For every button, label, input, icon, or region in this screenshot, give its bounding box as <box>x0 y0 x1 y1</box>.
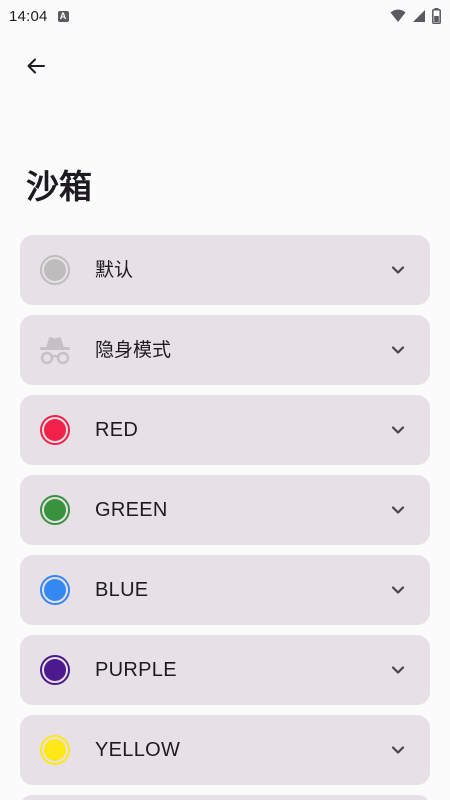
default-circle-icon <box>37 252 73 288</box>
green-ring <box>40 495 70 525</box>
yellow-dot <box>44 739 66 761</box>
status-bar: 14:04 A <box>0 0 450 32</box>
green-color-icon <box>37 492 73 528</box>
mode-item-blue[interactable]: BLUE <box>20 555 430 625</box>
back-button[interactable] <box>16 46 56 86</box>
mode-item-default[interactable]: 默认 <box>20 235 430 305</box>
chevron-down-icon[interactable] <box>390 422 406 438</box>
battery-icon <box>432 8 441 24</box>
chevron-down-icon[interactable] <box>390 662 406 678</box>
mode-item-red[interactable]: RED <box>20 395 430 465</box>
red-dot <box>44 419 66 441</box>
chevron-down-icon[interactable] <box>390 262 406 278</box>
purple-ring <box>40 655 70 685</box>
green-dot <box>44 499 66 521</box>
notification-a-icon: A <box>57 10 69 22</box>
mode-label: YELLOW <box>95 739 181 761</box>
chevron-down-icon[interactable] <box>390 742 406 758</box>
mode-item-yellow[interactable]: YELLOW <box>20 715 430 785</box>
incognito-icon <box>37 332 73 368</box>
mode-item-incognito[interactable]: 隐身模式 <box>20 315 430 385</box>
mode-list: 默认 隐身模式 RED GREEN BLUE PURPLE YELLOW <box>20 235 430 800</box>
purple-color-icon <box>37 652 73 688</box>
chevron-down-icon[interactable] <box>390 342 406 358</box>
mode-item-partial[interactable] <box>20 795 430 800</box>
purple-dot <box>44 659 66 681</box>
mode-label: RED <box>95 419 139 441</box>
blue-color-icon <box>37 572 73 608</box>
status-right <box>390 8 441 24</box>
default-dot <box>44 259 66 281</box>
red-color-icon <box>37 412 73 448</box>
mode-label: PURPLE <box>95 659 177 681</box>
status-time: 14:04 <box>9 7 48 25</box>
default-ring <box>40 255 70 285</box>
red-ring <box>40 415 70 445</box>
chevron-down-icon[interactable] <box>390 582 406 598</box>
mode-label: 隐身模式 <box>95 339 172 361</box>
mode-label: 默认 <box>95 259 134 281</box>
mode-label: GREEN <box>95 499 168 521</box>
mode-item-green[interactable]: GREEN <box>20 475 430 545</box>
arrow-back-icon <box>27 58 45 74</box>
incognito-glyph <box>40 337 70 365</box>
chevron-down-icon[interactable] <box>390 502 406 518</box>
mode-label: BLUE <box>95 579 149 601</box>
yellow-color-icon <box>37 732 73 768</box>
page-title: 沙箱 <box>26 167 92 206</box>
wifi-icon <box>390 9 406 22</box>
status-left: 14:04 A <box>9 8 69 25</box>
blue-ring <box>40 575 70 605</box>
yellow-ring <box>40 735 70 765</box>
mode-item-purple[interactable]: PURPLE <box>20 635 430 705</box>
signal-icon <box>413 10 425 22</box>
blue-dot <box>44 579 66 601</box>
screen: 14:04 A 沙箱 默认 隐身模式 RED GREEN BLUE PURPLE… <box>0 0 450 800</box>
